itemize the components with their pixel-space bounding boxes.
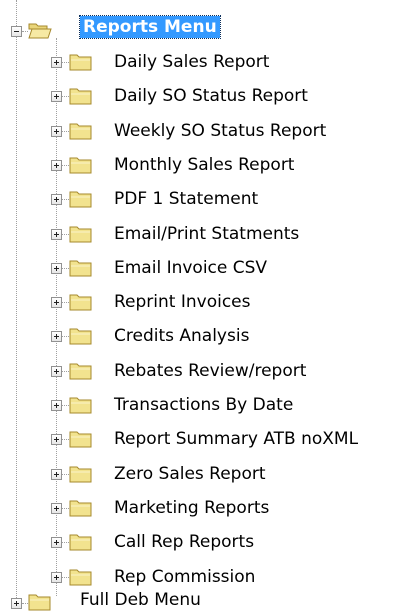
folder-icon xyxy=(69,532,93,552)
expand-toggle-icon[interactable] xyxy=(51,194,62,205)
tree-connector xyxy=(62,131,69,132)
folder-icon xyxy=(69,224,93,244)
tree-connector xyxy=(62,62,69,63)
expand-toggle-icon[interactable] xyxy=(51,126,62,137)
tree-node-label[interactable]: Call Rep Reports xyxy=(114,531,254,553)
tree-node-label[interactable]: Daily Sales Report xyxy=(114,51,269,73)
expand-toggle-icon[interactable] xyxy=(11,598,22,609)
tree-connector xyxy=(62,542,69,543)
tree-node-label[interactable]: PDF 1 Statement xyxy=(114,188,258,210)
collapse-toggle-icon[interactable] xyxy=(11,26,22,37)
tree-connector xyxy=(62,268,69,269)
tree-connector xyxy=(62,96,69,97)
tree-connector xyxy=(62,405,69,406)
expand-toggle-icon[interactable] xyxy=(51,469,62,480)
folder-icon xyxy=(69,429,93,449)
tree-node-label[interactable]: Monthly Sales Report xyxy=(114,154,294,176)
folder-icon xyxy=(69,121,93,141)
folder-icon xyxy=(69,258,93,278)
expand-toggle-icon[interactable] xyxy=(51,503,62,514)
tree-connector xyxy=(62,474,69,475)
tree-connector xyxy=(62,165,69,166)
expand-toggle-icon[interactable] xyxy=(51,91,62,102)
expand-toggle-icon[interactable] xyxy=(51,229,62,240)
folder-icon xyxy=(28,592,52,611)
folder-icon xyxy=(69,395,93,415)
tree-connector xyxy=(62,336,69,337)
tree-node-label[interactable]: Reprint Invoices xyxy=(114,291,251,313)
folder-icon xyxy=(69,361,93,381)
tree-connector xyxy=(62,199,69,200)
folder-icon xyxy=(69,155,93,175)
tree-node-label[interactable]: Daily SO Status Report xyxy=(114,85,308,107)
tree-connector xyxy=(62,234,69,235)
folder-icon xyxy=(69,292,93,312)
expand-toggle-icon[interactable] xyxy=(51,297,62,308)
expand-toggle-icon[interactable] xyxy=(51,366,62,377)
tree-node-label-selected[interactable]: Reports Menu xyxy=(79,15,221,39)
tree-connector xyxy=(62,508,69,509)
folder-icon xyxy=(69,567,93,587)
folder-icon xyxy=(69,498,93,518)
tree-connector-root-level xyxy=(16,0,17,600)
folder-icon xyxy=(69,86,93,106)
tree-connector xyxy=(62,302,69,303)
expand-toggle-icon[interactable] xyxy=(51,400,62,411)
tree-node-label[interactable]: Report Summary ATB noXML xyxy=(114,428,358,450)
folder-icon xyxy=(69,464,93,484)
tree-node-label[interactable]: Zero Sales Report xyxy=(114,463,266,485)
expand-toggle-icon[interactable] xyxy=(51,434,62,445)
folder-icon xyxy=(69,52,93,72)
expand-toggle-icon[interactable] xyxy=(51,572,62,583)
folder-icon xyxy=(69,189,93,209)
tree-node-label[interactable]: Rebates Review/report xyxy=(114,360,306,382)
tree-node-label[interactable]: Full Deb Menu xyxy=(80,589,201,611)
tree-node-label[interactable]: Weekly SO Status Report xyxy=(114,120,326,142)
tree-connector xyxy=(62,371,69,372)
tree-connector xyxy=(62,439,69,440)
tree-node-label[interactable]: Marketing Reports xyxy=(114,497,269,519)
expand-toggle-icon[interactable] xyxy=(51,331,62,342)
folder-open-icon xyxy=(28,20,52,40)
expand-toggle-icon[interactable] xyxy=(51,160,62,171)
reports-tree-view[interactable]: Reports Menu Daily Sales Report Daily SO … xyxy=(0,0,409,611)
tree-node-label[interactable]: Email Invoice CSV xyxy=(114,257,267,279)
tree-node-label[interactable]: Rep Commission xyxy=(114,566,255,588)
expand-toggle-icon[interactable] xyxy=(51,263,62,274)
expand-toggle-icon[interactable] xyxy=(51,537,62,548)
tree-node-label[interactable]: Transactions By Date xyxy=(114,394,293,416)
tree-connector xyxy=(62,577,69,578)
expand-toggle-icon[interactable] xyxy=(51,57,62,68)
tree-node-label[interactable]: Credits Analysis xyxy=(114,325,249,347)
folder-icon xyxy=(69,326,93,346)
tree-node-label[interactable]: Email/Print Statments xyxy=(114,223,299,245)
